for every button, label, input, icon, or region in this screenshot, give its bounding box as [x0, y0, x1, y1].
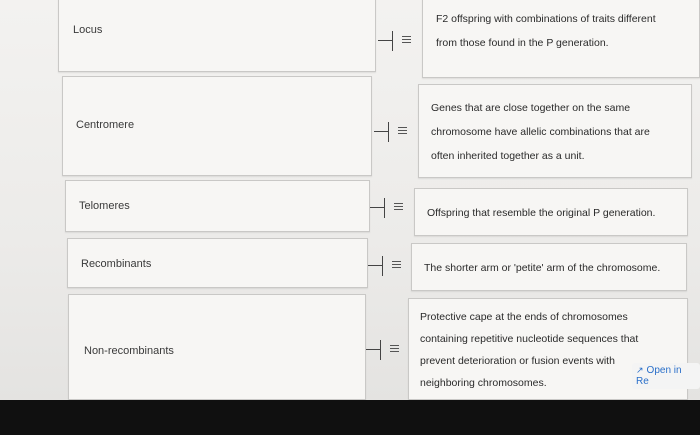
definition-line: chromosome have allelic combinations tha…: [431, 126, 650, 138]
term-label: Centromere: [76, 119, 135, 131]
grip-icon: [392, 261, 401, 270]
drag-handle[interactable]: [374, 122, 410, 142]
definition-line: containing repetitive nucleotide sequenc…: [420, 333, 639, 345]
definition-card[interactable]: F2 offspring with combinations of traits…: [422, 0, 700, 78]
definition-card[interactable]: The shorter arm or 'petite' arm of the c…: [411, 243, 687, 291]
drag-handle[interactable]: [366, 340, 402, 360]
term-card-recombinants[interactable]: Recombinants: [67, 238, 368, 288]
term-label: Locus: [73, 24, 103, 36]
definition-card[interactable]: Genes that are close together on the sam…: [418, 84, 692, 178]
drag-handle[interactable]: [370, 198, 406, 218]
open-in-button[interactable]: ↗ Open in Re: [632, 363, 700, 389]
term-card-non-recombinants[interactable]: Non-recombinants: [68, 294, 366, 400]
matching-page: Locus Centromere Telomeres Recombinants …: [0, 0, 700, 400]
drag-handle[interactable]: [378, 31, 414, 51]
expand-arrow-icon: ↗: [636, 365, 644, 375]
term-label: Telomeres: [79, 200, 130, 212]
term-card-telomeres[interactable]: Telomeres: [65, 180, 370, 232]
drag-handle[interactable]: [368, 256, 404, 276]
grip-icon: [394, 203, 403, 212]
term-label: Recombinants: [81, 258, 152, 270]
term-label: Non-recombinants: [84, 345, 174, 357]
definition-line: Protective cape at the ends of chromosom…: [420, 311, 628, 323]
definition-line: often inherited together as a unit.: [431, 150, 585, 162]
definition-line: Genes that are close together on the sam…: [431, 102, 631, 114]
definition-line: F2 offspring with combinations of traits…: [436, 13, 656, 25]
bottom-bar: [0, 400, 700, 435]
definition-line: Offspring that resemble the original P g…: [427, 207, 656, 219]
grip-icon: [390, 345, 399, 354]
term-card-centromere[interactable]: Centromere: [62, 76, 372, 176]
definition-card[interactable]: Offspring that resemble the original P g…: [414, 188, 688, 236]
definition-line: from those found in the P generation.: [436, 37, 609, 49]
grip-icon: [402, 36, 411, 45]
term-card-locus[interactable]: Locus: [58, 0, 376, 72]
definition-line: The shorter arm or 'petite' arm of the c…: [424, 262, 661, 274]
grip-icon: [398, 127, 407, 136]
